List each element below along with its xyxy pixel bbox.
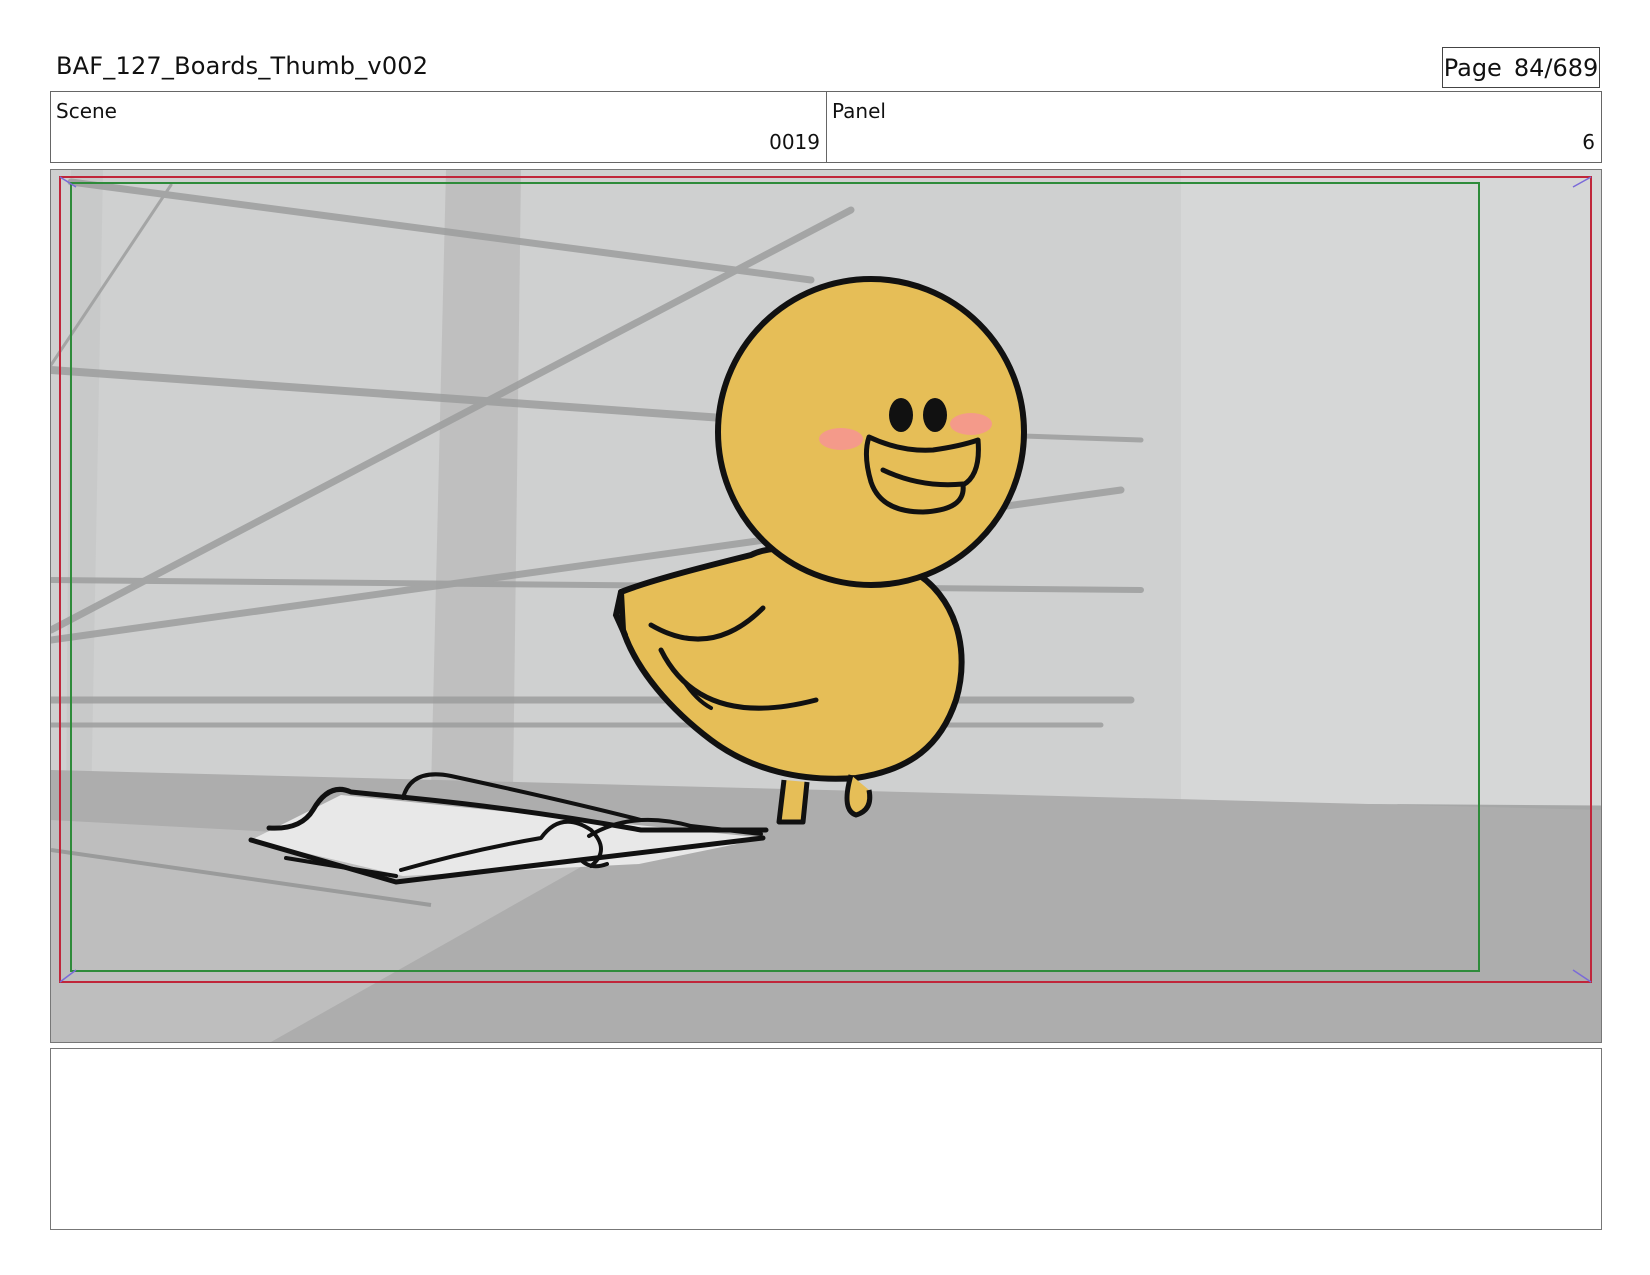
document-title: BAF_127_Boards_Thumb_v002 [56,52,429,80]
chick-leg-left [776,779,810,825]
panel-notes [50,1048,1602,1230]
page-label: Page [1443,53,1502,82]
storyboard-image [51,170,1601,1042]
panel-value: 6 [1582,130,1595,154]
chick-blush-right [950,413,992,435]
scene-panel-info: Scene 0019 Panel 6 [50,91,1602,163]
page-indicator: Page 84/689 [1442,47,1600,88]
scene-label: Scene [56,99,117,123]
chick-eye-left [889,398,913,432]
scene-cell: Scene 0019 [51,92,827,162]
chick-eye-right [923,398,947,432]
chick-beak [863,434,981,515]
scene-value: 0019 [769,130,820,154]
chick-blush-left [819,428,863,450]
wall-light-area [1181,170,1601,820]
storyboard-frame [50,169,1602,1043]
page-number: 84/689 [1513,53,1599,82]
panel-label: Panel [832,99,886,123]
panel-cell: Panel 6 [827,92,1601,162]
